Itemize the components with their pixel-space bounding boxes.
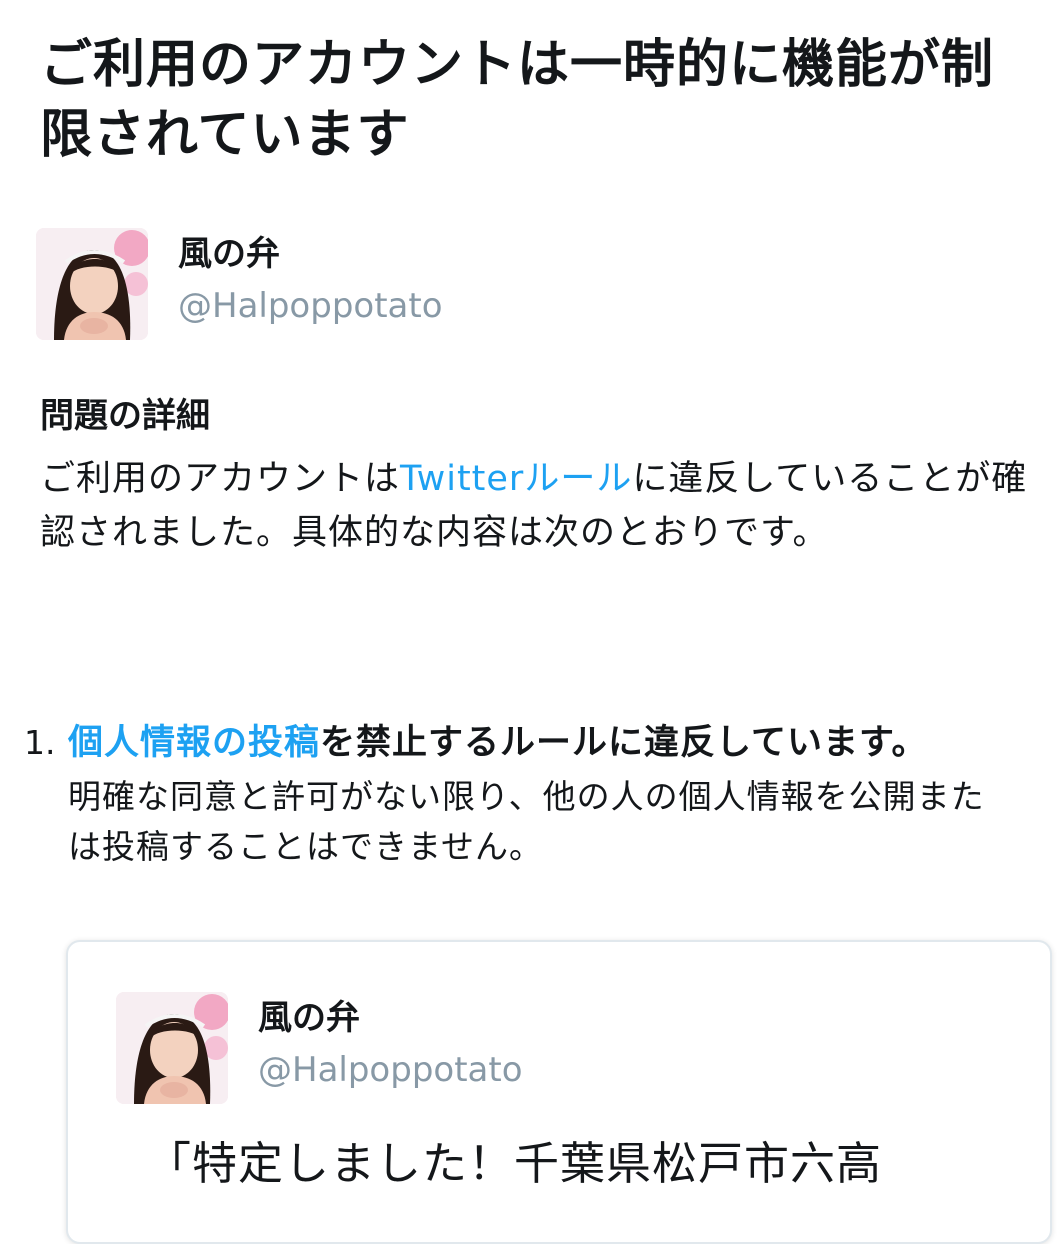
twitter-rules-link[interactable]: Twitterルール	[400, 459, 632, 499]
violation-title-text: を禁止するルールに違反しています。	[320, 723, 928, 763]
violation-title: 個人情報の投稿を禁止するルールに違反しています。	[68, 718, 998, 768]
tweet-avatar[interactable]	[116, 992, 228, 1104]
tweet-text: 「特定しました！千葉県松戸市六高	[146, 1137, 883, 1190]
issue-details-heading: 問題の詳細	[40, 396, 210, 436]
page-title: ご利用のアカウントは一時的に機能が制限されています	[40, 35, 995, 165]
description-text-before-link: ご利用のアカウントは	[40, 459, 401, 499]
tweet-avatar-image	[116, 992, 228, 1104]
violation-number: 1.	[24, 723, 56, 762]
private-information-link[interactable]: 個人情報の投稿	[68, 723, 320, 763]
avatar[interactable]	[36, 228, 148, 340]
violation-body: 個人情報の投稿を禁止するルールに違反しています。 明確な同意と許可がない限り、他…	[68, 718, 998, 872]
reported-tweet-card[interactable]: 風の弁 @Halpoppotato 「特定しました！千葉県松戸市六高	[66, 940, 1052, 1244]
avatar-image	[36, 228, 148, 340]
tweet-display-name[interactable]: 風の弁	[258, 996, 360, 1040]
display-name[interactable]: 風の弁	[178, 232, 280, 276]
issue-description: ご利用のアカウントはTwitterルールに違反していることが確認されました。具体…	[40, 452, 1030, 560]
tweet-handle: @Halpoppotato	[258, 1050, 523, 1090]
violation-description: 明確な同意と許可がない限り、他の人の個人情報を公開または投稿することはできません…	[68, 777, 985, 866]
account-handle: @Halpoppotato	[178, 286, 443, 326]
